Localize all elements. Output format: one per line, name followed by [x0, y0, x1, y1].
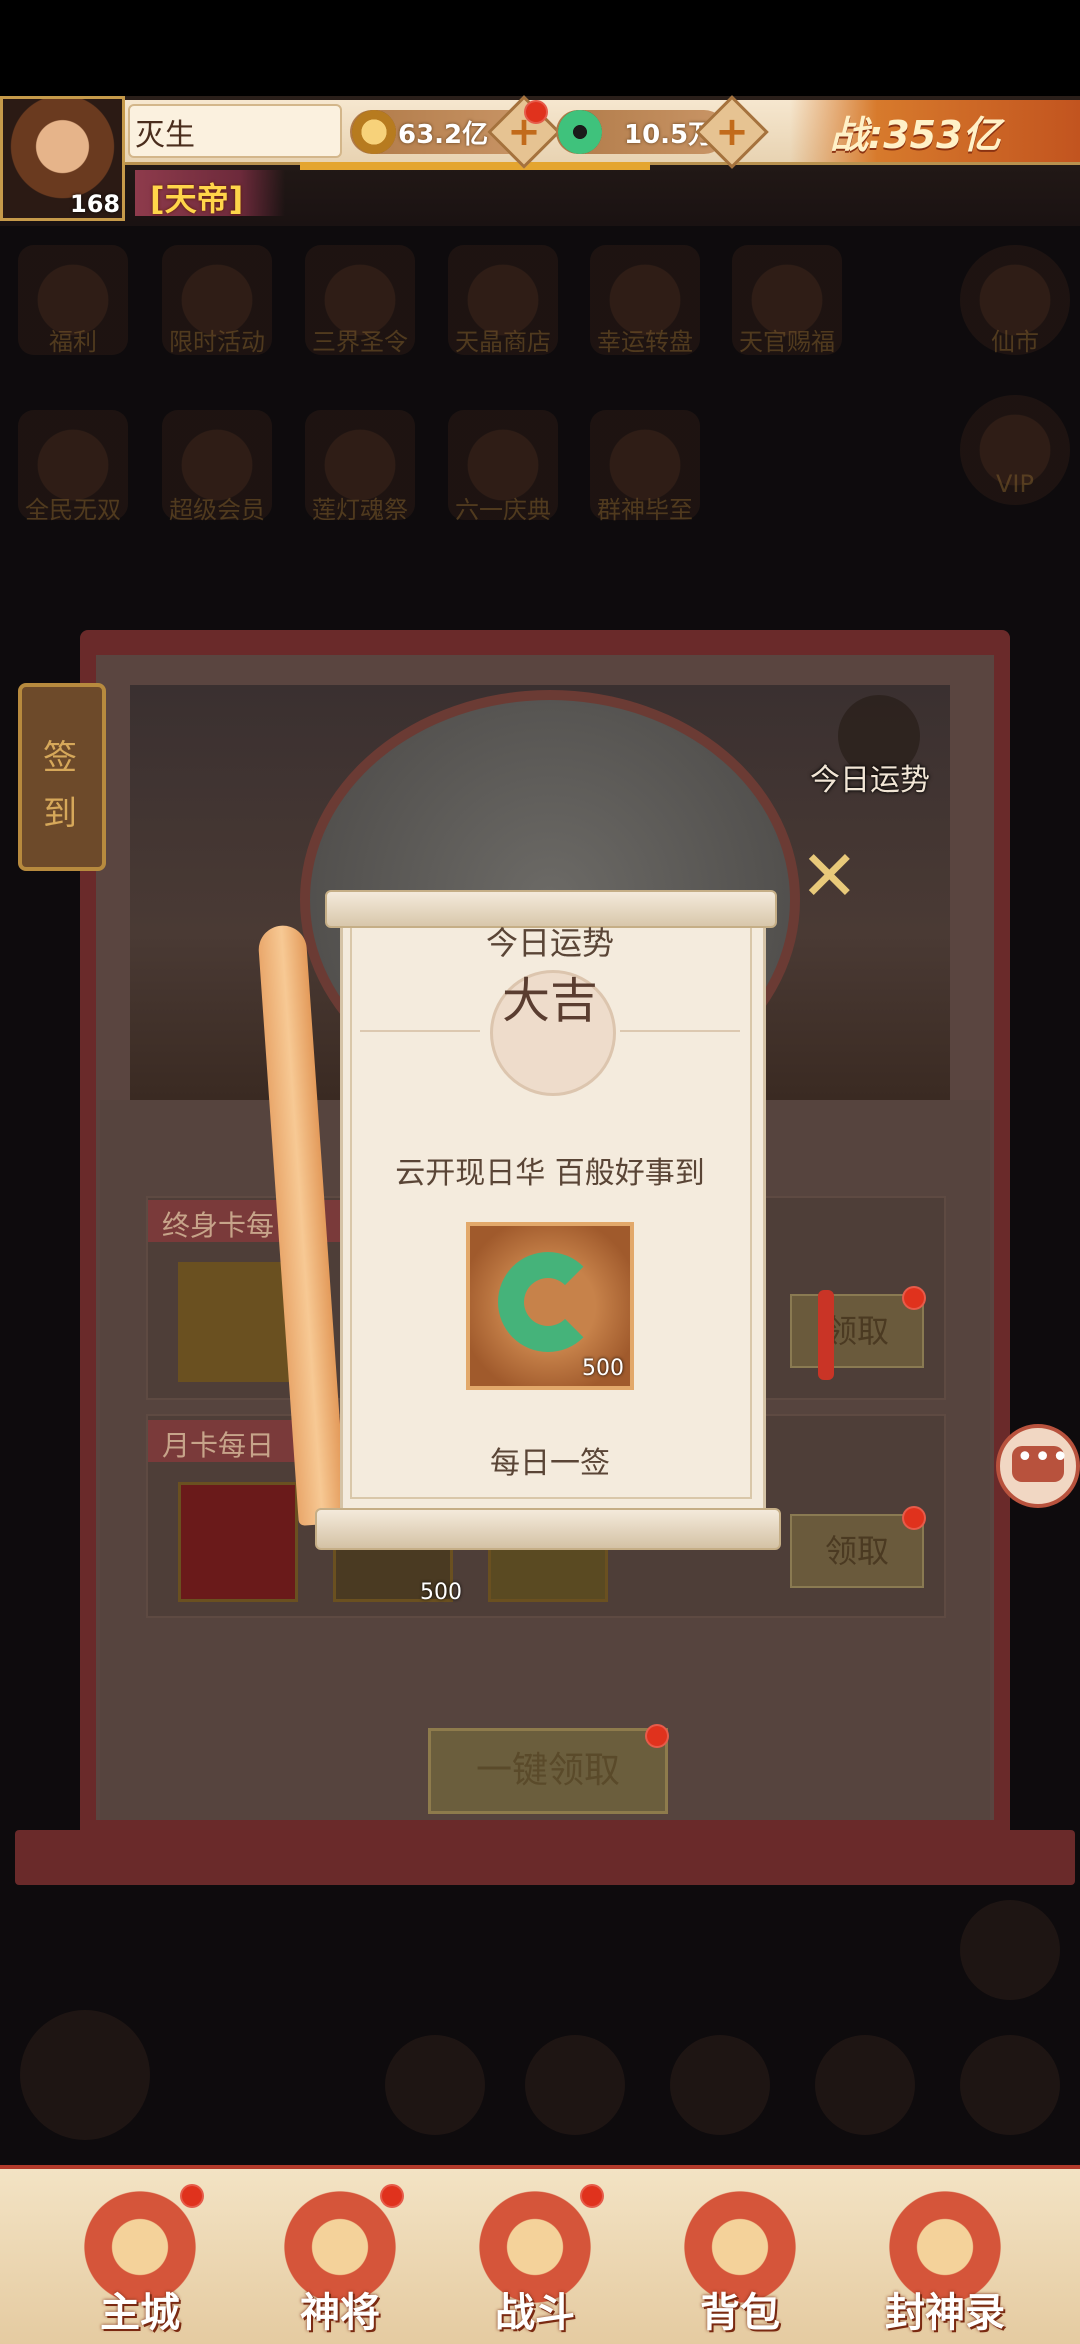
- fortune-result: 大吉: [501, 973, 598, 1029]
- fist-icon[interactable]: [385, 2035, 485, 2135]
- mail-icon[interactable]: [960, 1900, 1060, 2000]
- hero-portrait-icon[interactable]: [20, 2010, 150, 2140]
- nav-gods-record[interactable]: 封神录: [860, 2280, 1030, 2338]
- nav-battle[interactable]: 战斗: [450, 2280, 620, 2338]
- bg-icon-label: 超级会员: [169, 496, 265, 524]
- player-level: 168: [70, 190, 121, 218]
- plus-menu-icon[interactable]: [960, 2035, 1060, 2135]
- status-bar: [0, 0, 1080, 96]
- player-title: [天帝]: [150, 180, 244, 218]
- notification-dot: [645, 1724, 669, 1748]
- jade-icon: [558, 110, 602, 154]
- popup-footer: 每日一签: [490, 1446, 610, 1481]
- notification-dot: [180, 2184, 204, 2208]
- notification-dot: [902, 1506, 926, 1530]
- bg-icon-label: 三界圣令: [312, 328, 408, 356]
- notification-dot: [902, 1286, 926, 1310]
- close-icon[interactable]: ✕: [800, 835, 859, 917]
- friends-icon[interactable]: [525, 2035, 625, 2135]
- bg-icon-label: 限时活动: [169, 328, 265, 356]
- item-slot[interactable]: [178, 1482, 298, 1602]
- notification-dot: [580, 2184, 604, 2208]
- bg-icon-label: 福利: [49, 328, 97, 356]
- rank-icon[interactable]: [815, 2035, 915, 2135]
- coin-amount: 63.2亿: [398, 120, 489, 150]
- nav-generals[interactable]: 神将: [255, 2280, 425, 2338]
- dots-icon: •••: [1016, 1440, 1070, 1475]
- bg-icon-label: 天官赐福: [739, 328, 835, 356]
- divider: [620, 1030, 740, 1032]
- bg-icon-label: VIP: [996, 470, 1034, 498]
- tassel: [818, 1290, 834, 1380]
- plus-icon: +: [715, 109, 749, 155]
- today-fortune-label[interactable]: 今日运势: [810, 755, 930, 799]
- signin-tag-label: 签到: [43, 738, 77, 834]
- bg-icon-label: 天晶商店: [455, 328, 551, 356]
- claim-all-button[interactable]: 一键领取: [428, 1728, 668, 1814]
- task-icon[interactable]: [670, 2035, 770, 2135]
- bg-icon-label: 仙市: [991, 328, 1039, 356]
- exp-progress-bar: [300, 162, 650, 170]
- reward-count: 500: [582, 1356, 624, 1381]
- combat-power: 战:353亿: [830, 113, 1001, 157]
- divider: [360, 1030, 480, 1032]
- notification-dot: [380, 2184, 404, 2208]
- nav-bag[interactable]: 背包: [655, 2280, 825, 2338]
- popup-title: 今日运势: [485, 924, 614, 962]
- nav-main-city[interactable]: 主城: [55, 2280, 225, 2338]
- coin-icon: [352, 110, 396, 154]
- scroll-rod-bottom: [315, 1508, 781, 1550]
- signin-base: [15, 1830, 1075, 1885]
- item-slot[interactable]: [178, 1262, 298, 1382]
- bg-icon-label: 莲灯魂祭: [312, 496, 408, 524]
- notification-dot: [524, 100, 548, 124]
- player-name: 灭生: [135, 118, 195, 153]
- bg-icon-label: 六一庆典: [455, 496, 551, 524]
- bg-icon-label: 幸运转盘: [597, 328, 693, 356]
- bg-icon-label: 全民无双: [25, 496, 121, 524]
- bg-icon-label: 群神毕至: [597, 496, 693, 524]
- item-count: 500: [420, 1580, 462, 1605]
- fortune-description: 云开现日华 百般好事到: [395, 1156, 705, 1191]
- jade-reward-icon: [498, 1252, 598, 1352]
